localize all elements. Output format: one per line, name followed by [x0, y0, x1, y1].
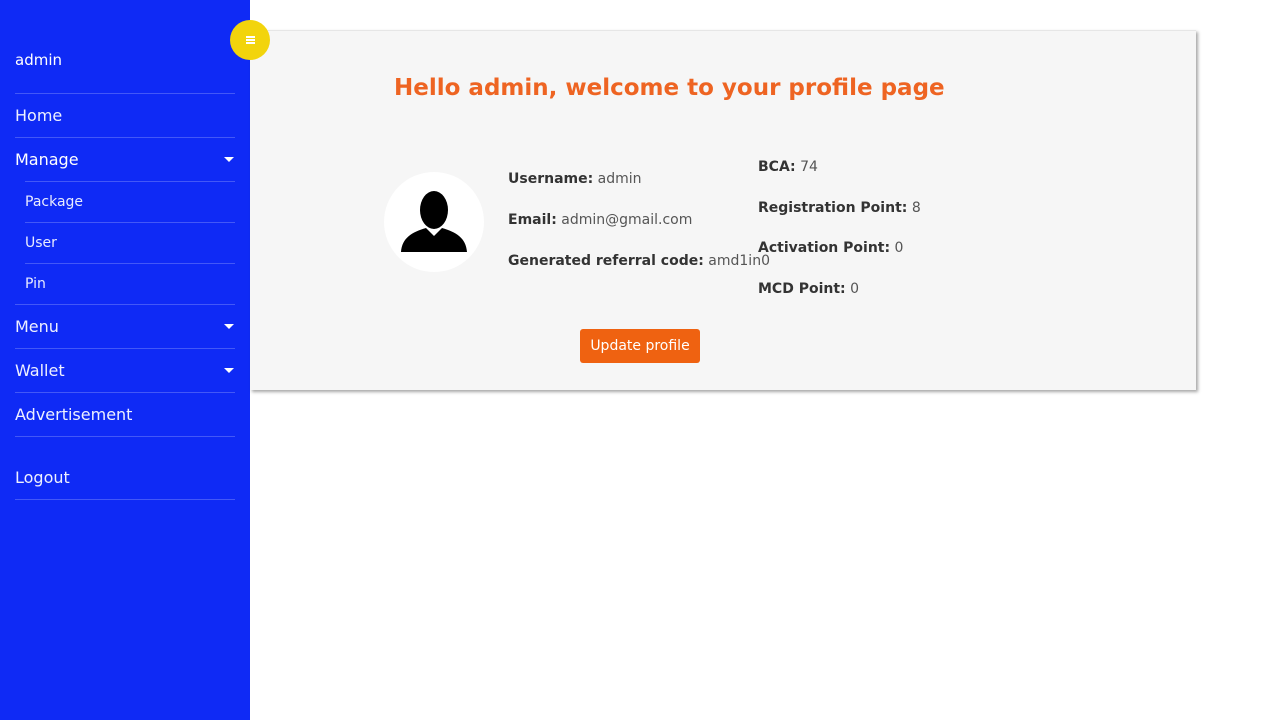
sidebar-toggle-button[interactable] [230, 20, 270, 60]
sidebar-item-advertisement[interactable]: Advertisement [15, 392, 235, 436]
caret-down-icon [224, 157, 234, 162]
sidebar-divider [15, 436, 235, 456]
sidebar-item-logout[interactable]: Logout [15, 456, 235, 500]
sidebar-item-home[interactable]: Home [15, 93, 235, 137]
email-label: Email: [508, 212, 557, 228]
bca-row: BCA: 74 [758, 159, 818, 175]
sidebar: admin Home Manage Package User Pin Menu … [0, 0, 250, 720]
username-value: admin [597, 171, 642, 187]
registration-point-row: Registration Point: 8 [758, 200, 921, 216]
bca-value: 74 [800, 159, 818, 175]
activation-point-label: Activation Point: [758, 240, 891, 256]
referral-row: Generated referral code: amd1in0 [508, 253, 770, 269]
registration-point-label: Registration Point: [758, 200, 908, 216]
sidebar-item-manage[interactable]: Manage [15, 137, 235, 181]
bca-label: BCA: [758, 159, 796, 175]
mcd-point-value: 0 [850, 281, 860, 297]
sidebar-menu: Home Manage Package User Pin Menu Wallet… [15, 93, 235, 500]
sidebar-item-menu[interactable]: Menu [15, 304, 235, 348]
page-title: Hello admin, welcome to your profile pag… [394, 75, 945, 101]
menu-icon [245, 36, 255, 44]
referral-label: Generated referral code: [508, 253, 704, 269]
email-row: Email: admin@gmail.com [508, 212, 692, 228]
avatar [384, 172, 484, 272]
sidebar-item-label: Manage [15, 150, 79, 169]
sidebar-item-label: Wallet [15, 361, 65, 380]
sidebar-item-wallet[interactable]: Wallet [15, 348, 235, 392]
activation-point-row: Activation Point: 0 [758, 240, 903, 256]
mcd-point-row: MCD Point: 0 [758, 281, 859, 297]
caret-down-icon [224, 324, 234, 329]
sidebar-subitem-user[interactable]: User [25, 222, 235, 263]
username-label: Username: [508, 171, 594, 187]
sidebar-subitem-package[interactable]: Package [25, 181, 235, 222]
sidebar-item-label: Advertisement [15, 405, 133, 424]
profile-card: Hello admin, welcome to your profile pag… [250, 30, 1196, 390]
username-row: Username: admin [508, 171, 642, 187]
sidebar-subitem-label: Pin [25, 276, 46, 292]
sidebar-item-label: Menu [15, 317, 59, 336]
sidebar-subitem-label: Package [25, 194, 84, 210]
activation-point-value: 0 [894, 240, 904, 256]
sidebar-item-label: Logout [15, 468, 70, 487]
user-silhouette-icon [401, 191, 467, 252]
email-value: admin@gmail.com [561, 212, 693, 228]
sidebar-subitem-pin[interactable]: Pin [25, 263, 235, 304]
sidebar-username: admin [15, 51, 62, 69]
update-profile-button[interactable]: Update profile [580, 329, 700, 363]
sidebar-item-label: Home [15, 106, 63, 125]
mcd-point-label: MCD Point: [758, 281, 846, 297]
sidebar-subitem-label: User [25, 235, 57, 251]
caret-down-icon [224, 368, 234, 373]
registration-point-value: 8 [911, 200, 921, 216]
